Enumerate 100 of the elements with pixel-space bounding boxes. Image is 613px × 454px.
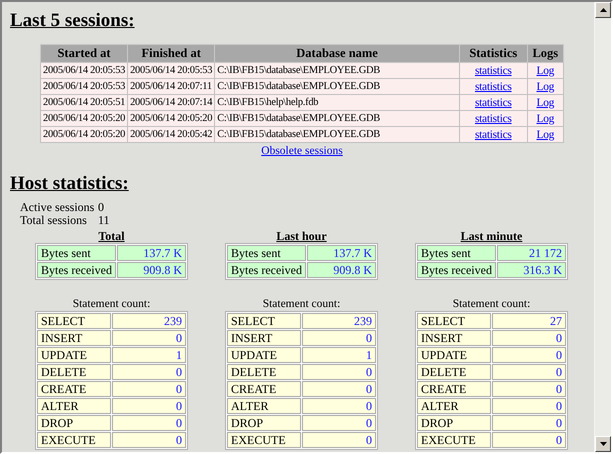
value-cell: 0 xyxy=(112,415,186,431)
statement-count-label: Statement count: xyxy=(72,298,150,311)
scroll-up-button[interactable] xyxy=(595,2,611,18)
label-cell: Bytes sent xyxy=(37,245,116,261)
value-cell: 239 xyxy=(112,313,186,329)
value-cell: 0 xyxy=(492,364,566,380)
log-link[interactable]: Log xyxy=(536,96,554,108)
stat-value: 0 xyxy=(98,201,105,214)
table-cell: 2005/06/14 20:05:53 xyxy=(128,62,215,78)
label-cell: EXECUTE xyxy=(37,432,111,448)
table-cell: 2005/06/14 20:05:20 xyxy=(40,126,128,142)
value-cell: 0 xyxy=(302,330,376,346)
value-cell: 239 xyxy=(302,313,376,329)
statistics-link[interactable]: statistics xyxy=(474,64,512,76)
label-cell: DROP xyxy=(227,415,301,431)
table-cell: C:\IB\FB15\database\EMPLOYEE.GDB xyxy=(214,78,460,94)
column-header: Finished at xyxy=(128,44,215,62)
value-cell: 0 xyxy=(492,398,566,414)
label-cell: INSERT xyxy=(37,330,111,346)
log-link[interactable]: Log xyxy=(536,112,554,124)
label-cell: ALTER xyxy=(417,398,491,414)
value-cell: 0 xyxy=(302,364,376,380)
section-heading: Last 5 sessions: xyxy=(10,10,135,32)
value-cell: 0 xyxy=(112,381,186,397)
period-title: Last minute xyxy=(460,229,522,243)
value-cell: 0 xyxy=(112,330,186,346)
log-link[interactable]: Log xyxy=(536,128,554,140)
value-cell: 1 xyxy=(302,347,376,363)
statistics-link[interactable]: statistics xyxy=(474,96,512,108)
column-header: Started at xyxy=(40,44,128,62)
scroll-down-button[interactable] xyxy=(595,436,611,452)
statement-count-label: Statement count: xyxy=(262,298,340,311)
label-cell: INSERT xyxy=(227,330,301,346)
obsolete-sessions-link[interactable]: Obsolete sessions xyxy=(261,145,343,157)
statement-count-label: Statement count: xyxy=(452,298,530,311)
period-title: Last hour xyxy=(276,229,327,243)
label-cell: DELETE xyxy=(417,364,491,380)
value-cell: 0 xyxy=(112,432,186,448)
table-cell: C:\IB\FB15\database\EMPLOYEE.GDB xyxy=(214,62,460,78)
label-cell: CREATE xyxy=(417,381,491,397)
value-cell: 0 xyxy=(492,415,566,431)
label-cell: UPDATE xyxy=(227,347,301,363)
value-cell: 0 xyxy=(492,347,566,363)
label-cell: Bytes received xyxy=(227,262,306,278)
table-cell: 2005/06/14 20:05:42 xyxy=(128,126,215,142)
column-header: Logs xyxy=(527,44,564,62)
stat-label: Total sessions xyxy=(20,214,88,227)
label-cell: UPDATE xyxy=(37,347,111,363)
table-cell: 2005/06/14 20:05:53 xyxy=(40,78,128,94)
value-cell: 0 xyxy=(112,398,186,414)
section-heading: Host statistics: xyxy=(10,173,129,195)
label-cell: SELECT xyxy=(37,313,111,329)
label-cell: Bytes sent xyxy=(227,245,306,261)
value-cell: 909.8 K xyxy=(116,262,186,278)
table-cell: C:\IB\FB15\database\EMPLOYEE.GDB xyxy=(214,110,460,126)
log-link[interactable]: Log xyxy=(536,64,554,76)
label-cell: EXECUTE xyxy=(417,432,491,448)
value-cell: 0 xyxy=(492,432,566,448)
table-cell: 2005/06/14 20:07:11 xyxy=(128,78,215,94)
stat-label: Active sessions xyxy=(20,201,96,214)
value-cell: 0 xyxy=(112,364,186,380)
log-link[interactable]: Log xyxy=(536,80,554,92)
down-arrow-icon xyxy=(600,442,606,446)
value-cell: 0 xyxy=(302,432,376,448)
value-cell: 137.7 K xyxy=(116,245,186,261)
label-cell: DELETE xyxy=(227,364,301,380)
label-cell: CREATE xyxy=(227,381,301,397)
value-cell: 137.7 K xyxy=(306,245,376,261)
table-cell: 2005/06/14 20:05:53 xyxy=(40,62,128,78)
period-title: Total xyxy=(98,229,125,243)
value-cell: 1 xyxy=(112,347,186,363)
label-cell: CREATE xyxy=(37,381,111,397)
table-cell: 2005/06/14 20:05:20 xyxy=(128,110,215,126)
label-cell: ALTER xyxy=(227,398,301,414)
statistics-link[interactable]: statistics xyxy=(474,128,512,140)
column-header: Statistics xyxy=(459,44,528,62)
value-cell: 0 xyxy=(302,381,376,397)
table-cell: C:\IB\FB15\database\EMPLOYEE.GDB xyxy=(214,126,460,142)
value-cell: 0 xyxy=(302,398,376,414)
statistics-link[interactable]: statistics xyxy=(474,80,512,92)
label-cell: DROP xyxy=(417,415,491,431)
label-cell: SELECT xyxy=(227,313,301,329)
statistics-link[interactable]: statistics xyxy=(474,112,512,124)
value-cell: 0 xyxy=(492,330,566,346)
label-cell: Bytes sent xyxy=(417,245,496,261)
label-cell: Bytes received xyxy=(417,262,496,278)
label-cell: DELETE xyxy=(37,364,111,380)
label-cell: INSERT xyxy=(417,330,491,346)
scrollbar[interactable] xyxy=(594,2,611,452)
value-cell: 909.8 K xyxy=(306,262,376,278)
value-cell: 0 xyxy=(492,381,566,397)
label-cell: Bytes received xyxy=(37,262,116,278)
label-cell: EXECUTE xyxy=(227,432,301,448)
label-cell: DROP xyxy=(37,415,111,431)
value-cell: 316.3 K xyxy=(496,262,566,278)
table-cell: 2005/06/14 20:07:14 xyxy=(128,94,215,110)
value-cell: 21 172 xyxy=(496,245,566,261)
label-cell: SELECT xyxy=(417,313,491,329)
value-cell: 27 xyxy=(492,313,566,329)
stat-value: 11 xyxy=(98,214,110,227)
